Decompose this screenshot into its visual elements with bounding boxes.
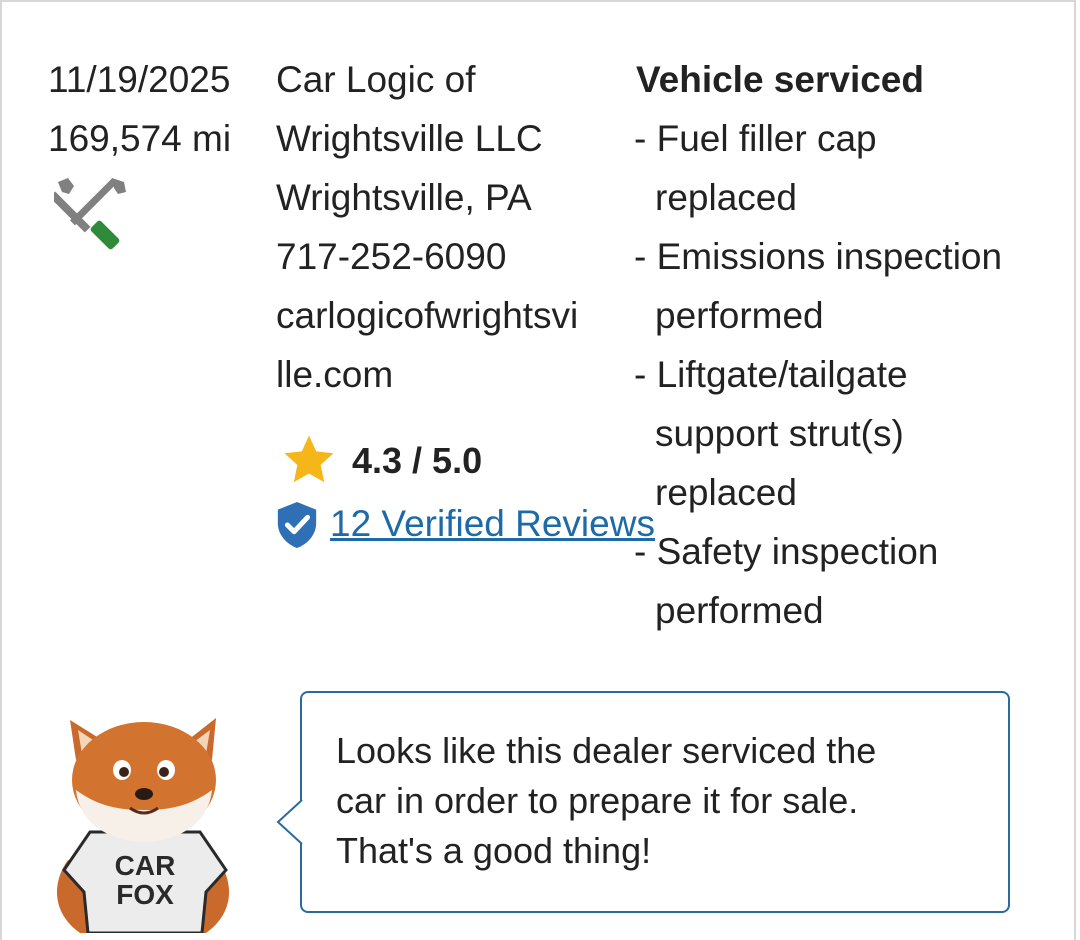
service-detail-line: - Safety inspection (634, 531, 939, 572)
dealer-website-line2: lle.com (276, 354, 394, 395)
service-detail-line: replaced (655, 177, 797, 218)
odometer-reading: 169,574 mi (48, 118, 232, 159)
service-detail-line: performed (655, 295, 824, 336)
dealer-rating: 4.3 / 5.0 (352, 440, 483, 481)
mascot-shirt-line2: FOX (116, 879, 174, 910)
service-date: 11/19/2025 (48, 59, 231, 100)
service-detail-line: - Liftgate/tailgate (634, 354, 908, 395)
service-details-title: Vehicle serviced (636, 59, 924, 100)
service-detail-line: - Fuel filler cap (634, 118, 877, 159)
callout-text-line: car in order to prepare it for sale. (336, 780, 859, 821)
callout-bubble-tail (276, 800, 304, 844)
dealer-website-line1: carlogicofwrightsvi (276, 295, 579, 336)
callout-text-line: Looks like this dealer serviced the (336, 730, 877, 771)
dealer-location: Wrightsville, PA (276, 177, 532, 218)
service-detail-line: support strut(s) (655, 413, 904, 454)
callout-text-line: That's a good thing! (336, 830, 652, 871)
verified-shield-icon (277, 502, 317, 548)
wrench-screwdriver-icon (54, 177, 126, 250)
service-detail-line: performed (655, 590, 824, 631)
verified-reviews-link[interactable]: 12 Verified Reviews (330, 498, 655, 550)
dealer-name-line1: Car Logic of (276, 59, 476, 100)
service-detail-line: replaced (655, 472, 797, 513)
carfox-mascot-image: CAR FOX (56, 718, 230, 933)
dealer-phone: 717-252-6090 (276, 236, 507, 277)
service-detail-line: - Emissions inspection (634, 236, 1003, 277)
star-icon (284, 435, 334, 483)
dealer-name-line2: Wrightsville LLC (276, 118, 543, 159)
mascot-shirt-line1: CAR (115, 850, 176, 881)
